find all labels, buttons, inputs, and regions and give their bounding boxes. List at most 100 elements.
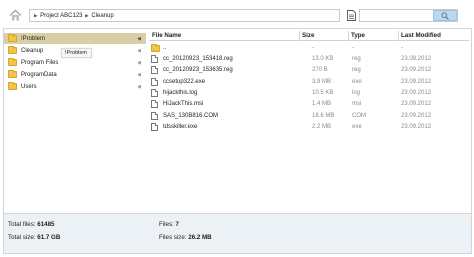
tree-item-label: Cleanup — [21, 47, 44, 54]
file-row[interactable]: cc_20120923_153635.reg 270 B reg 23.09.2… — [149, 65, 469, 76]
tree-item-users[interactable]: Users ◀ — [4, 81, 146, 92]
toolbar: ▶ Project ABC123 ▶ Cleanup — [0, 0, 474, 30]
breadcrumb-item-cleanup[interactable]: Cleanup — [91, 13, 113, 19]
file-name: SAS_130B816.COM — [163, 113, 219, 119]
file-type: log — [352, 90, 361, 96]
file-icon — [151, 89, 158, 97]
tree-item-label: ProgramData — [21, 71, 57, 78]
tree-item-label: Users — [21, 83, 37, 90]
column-header-last-modified[interactable]: Last Modified — [401, 32, 441, 39]
home-button[interactable] — [7, 6, 24, 23]
folder-icon — [8, 70, 17, 78]
arrow-left-icon: ◀ — [137, 71, 141, 78]
file-size: - — [312, 45, 314, 51]
total-size-value: 61.7 GB — [37, 234, 61, 241]
files-size-stat: Files size: 26.2 MB — [159, 234, 212, 241]
file-name: ccsetup322.exe — [163, 79, 206, 85]
file-size: 270 B — [312, 67, 328, 73]
file-row[interactable]: HiJackThis.msi 1.4 MB msi 23.09.2012 — [149, 99, 469, 110]
folder-icon — [8, 82, 17, 90]
total-size-stat: Total size: 61.7 GB — [8, 234, 60, 241]
magnifier-icon — [441, 11, 449, 20]
file-type: reg — [352, 56, 361, 62]
search-button[interactable] — [433, 10, 457, 21]
breadcrumb[interactable]: ▶ Project ABC123 ▶ Cleanup — [29, 9, 340, 22]
folder-icon — [8, 58, 17, 66]
status-bar: Total files: 61485 Total size: 61.7 GB F… — [4, 213, 471, 253]
file-name: cc_20120923_153635.reg — [163, 67, 233, 73]
files-label: Files: — [159, 221, 174, 228]
column-divider[interactable] — [398, 31, 399, 41]
breadcrumb-separator-icon: ▶ — [85, 13, 89, 18]
file-size: 10.5 KB — [312, 90, 334, 96]
file-row[interactable]: tdsskiller.exe 2.2 MB exe 23.09.2012 — [149, 122, 469, 133]
folder-tree: !Problem ◀ Cleanup ◀ Program Files ◀ Pro… — [4, 31, 146, 211]
file-modified: 23.09.2012 — [401, 101, 432, 107]
file-modified: 23.09.2012 — [401, 56, 432, 62]
tree-item-problem[interactable]: !Problem ◀ — [4, 33, 146, 44]
tree-item-label: !Problem — [21, 35, 46, 42]
arrow-left-icon: ◀ — [137, 59, 141, 66]
file-size: 3.9 MB — [312, 79, 332, 85]
total-files-label: Total files: — [8, 221, 36, 228]
file-row[interactable]: hijackthis.log 10.5 KB log 23.09.2012 — [149, 88, 469, 99]
file-list-header: File Name Size Type Last Modified — [149, 31, 469, 41]
file-type: exe — [352, 124, 362, 130]
file-icon — [151, 112, 158, 120]
total-files-stat: Total files: 61485 — [8, 221, 54, 228]
file-type: exe — [352, 79, 362, 85]
arrow-left-icon: ◀ — [137, 47, 141, 54]
folder-icon — [8, 46, 17, 54]
tree-item-program-files[interactable]: Program Files ◀ — [4, 57, 146, 68]
file-size: 1.4 MB — [312, 101, 332, 107]
file-row[interactable]: SAS_130B816.COM 18.6 MB COM 23.09.2012 — [149, 111, 469, 122]
tree-item-label: Program Files — [21, 59, 59, 66]
file-modified: - — [401, 45, 403, 51]
file-icon — [151, 66, 158, 74]
file-type: msi — [352, 101, 362, 107]
files-size-label: Files size: — [159, 234, 187, 241]
tooltip: !Problem — [61, 48, 92, 58]
column-header-type[interactable]: Type — [351, 32, 365, 39]
files-value: 7 — [175, 221, 179, 228]
arrow-left-icon: ◀ — [137, 83, 141, 90]
file-size: 2.2 MB — [312, 124, 332, 130]
breadcrumb-separator-icon: ▶ — [34, 13, 38, 18]
file-modified: 23.09.2012 — [401, 90, 432, 96]
file-icon — [151, 55, 158, 63]
file-icon — [151, 100, 158, 108]
folder-icon — [151, 44, 160, 52]
file-icon — [151, 78, 158, 86]
document-icon — [347, 10, 356, 21]
breadcrumb-item-project[interactable]: Project ABC123 — [40, 13, 82, 19]
column-header-file-name[interactable]: File Name — [152, 32, 181, 39]
files-size-value: 26.2 MB — [188, 234, 212, 241]
file-name: hijackthis.log — [163, 90, 198, 96]
folder-icon — [8, 34, 17, 42]
file-modified: 23.09.2012 — [401, 124, 432, 130]
home-icon — [9, 9, 22, 20]
file-type: COM — [352, 113, 366, 119]
file-name: cc_20120923_153418.reg — [163, 56, 233, 62]
file-modified: 23.09.2012 — [401, 113, 432, 119]
document-button[interactable] — [346, 9, 357, 22]
arrow-left-icon: ◀ — [137, 35, 141, 42]
file-row[interactable]: ccsetup322.exe 3.9 MB exe 23.09.2012 — [149, 77, 469, 88]
file-type: reg — [352, 67, 361, 73]
file-size: 18.6 MB — [312, 113, 335, 119]
column-divider[interactable] — [299, 31, 300, 41]
file-name: .. — [163, 45, 167, 51]
column-divider[interactable] — [348, 31, 349, 41]
column-header-size[interactable]: Size — [302, 32, 314, 39]
file-name: HiJackThis.msi — [163, 101, 204, 107]
file-modified: 23.09.2012 — [401, 79, 432, 85]
file-row-parent[interactable]: .. - - - — [149, 43, 469, 54]
file-row[interactable]: cc_20120923_153418.reg 13.0 KB reg 23.09… — [149, 54, 469, 65]
total-size-label: Total size: — [8, 234, 36, 241]
file-list: File Name Size Type Last Modified .. - -… — [149, 31, 469, 206]
tree-item-programdata[interactable]: ProgramData ◀ — [4, 69, 146, 80]
file-size: 13.0 KB — [312, 56, 334, 62]
file-name: tdsskiller.exe — [163, 124, 198, 130]
files-stat: Files: 7 — [159, 221, 179, 228]
file-icon — [151, 123, 158, 131]
